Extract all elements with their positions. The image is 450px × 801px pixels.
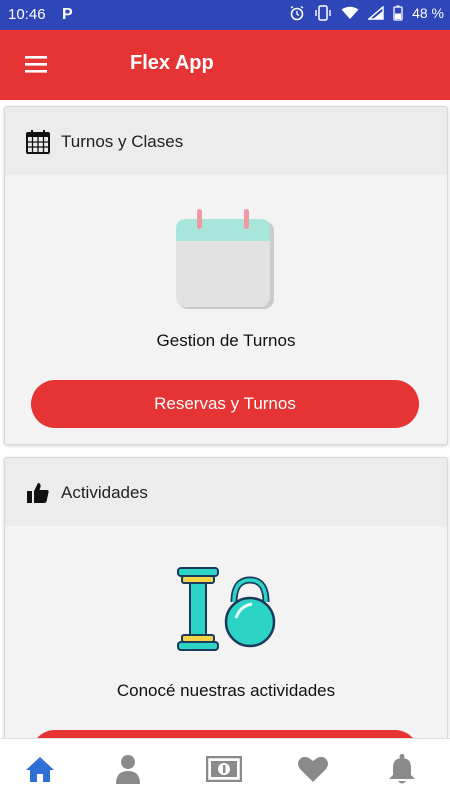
nav-notifications[interactable] xyxy=(382,751,422,787)
calendar-illustration xyxy=(176,209,274,309)
hamburger-menu-icon[interactable] xyxy=(24,53,50,77)
calendar-icon xyxy=(26,130,50,154)
nav-profile[interactable] xyxy=(108,751,148,787)
nav-payments[interactable] xyxy=(204,751,244,787)
nav-favorites[interactable] xyxy=(293,751,333,787)
signal-icon xyxy=(368,6,384,20)
status-bar: 10:46 P 48 % xyxy=(0,0,450,30)
battery-percent: 48 % xyxy=(412,5,444,21)
bottom-navigation xyxy=(0,738,450,801)
notification-badge: P xyxy=(62,6,73,23)
card-header: Actividades xyxy=(5,458,447,526)
actividades-button[interactable] xyxy=(31,730,419,738)
profile-icon xyxy=(116,755,140,784)
battery-icon xyxy=(393,5,403,21)
card-actividades: Actividades Conocé nuestras actividades xyxy=(4,457,448,738)
reservas-y-turnos-button[interactable]: Reservas y Turnos xyxy=(31,380,419,428)
favorites-icon xyxy=(298,756,328,782)
alarm-icon xyxy=(290,5,304,21)
app-bar: Flex App xyxy=(0,30,450,100)
thumbs-up-icon xyxy=(27,483,49,503)
vibrate-icon xyxy=(315,5,331,21)
card-header: Turnos y Clases xyxy=(5,107,447,175)
dumbbell-kettlebell-illustration xyxy=(177,567,276,651)
money-icon xyxy=(206,756,242,782)
card-caption: Conocé nuestras actividades xyxy=(116,681,336,700)
card-caption: Gestion de Turnos xyxy=(156,331,296,350)
card-title: Turnos y Clases xyxy=(61,132,184,151)
bell-icon xyxy=(389,754,415,784)
home-icon xyxy=(26,757,54,782)
app-title: Flex App xyxy=(130,52,214,74)
wifi-icon xyxy=(341,6,359,19)
main-content[interactable]: Turnos y Clases Gestion de Turnos Reserv… xyxy=(0,100,450,738)
card-turnos: Turnos y Clases Gestion de Turnos Reserv… xyxy=(4,106,448,445)
status-time: 10:46 xyxy=(8,6,46,23)
nav-home[interactable] xyxy=(20,751,60,787)
status-icons: 48 % xyxy=(289,5,444,21)
card-title: Actividades xyxy=(61,483,148,502)
